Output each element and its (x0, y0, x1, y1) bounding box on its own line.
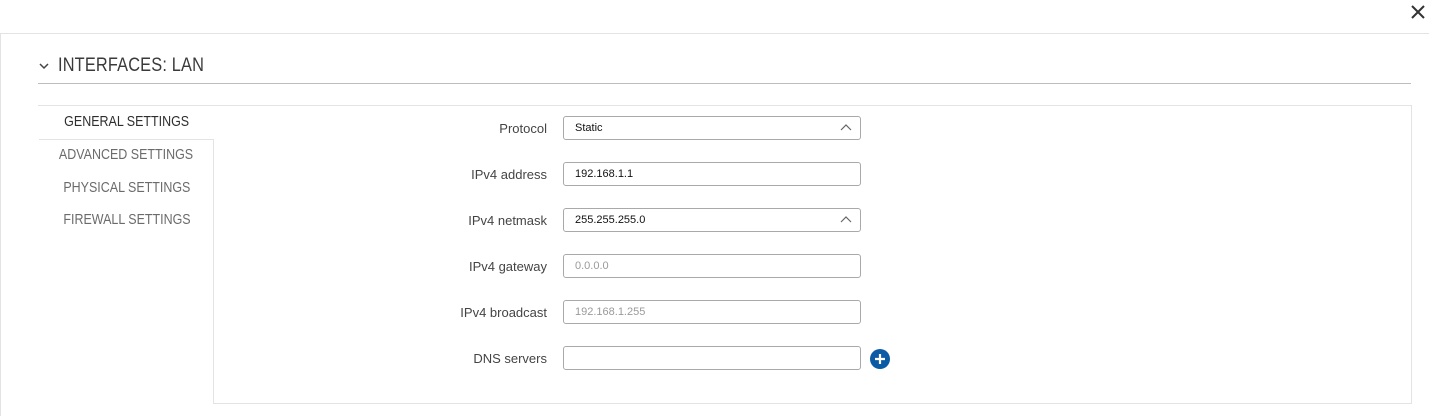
ipv4-gateway-label: IPv4 gateway (468, 259, 547, 274)
tab-label: GENERAL SETTINGS (64, 114, 189, 130)
tab-label: ADVANCED SETTINGS (59, 147, 194, 163)
close-button[interactable] (1407, 0, 1429, 24)
dialog-top-bar (0, 0, 1429, 34)
ipv4-netmask-select[interactable]: 255.255.255.0 (563, 208, 861, 232)
dns-servers-input[interactable] (563, 346, 861, 370)
ipv4-address-input[interactable]: 192.168.1.1 (563, 162, 861, 186)
chevron-down-icon (39, 63, 49, 70)
ipv4-broadcast-label: IPv4 broadcast (460, 305, 547, 320)
protocol-select[interactable]: Static (563, 116, 861, 140)
ipv4-address-value: 192.168.1.1 (575, 168, 634, 180)
ipv4-gateway-input[interactable]: 0.0.0.0 (563, 254, 861, 278)
close-icon (1411, 5, 1425, 19)
section-title: INTERFACES: LAN (58, 55, 205, 76)
tab-physical-settings[interactable]: PHYSICAL SETTINGS (39, 172, 214, 205)
protocol-label: Protocol (499, 121, 547, 136)
tab-firewall-settings[interactable]: FIREWALL SETTINGS (39, 204, 214, 237)
ipv4-address-label: IPv4 address (471, 167, 547, 182)
protocol-value: Static (575, 122, 603, 134)
ipv4-netmask-label: IPv4 netmask (468, 213, 547, 228)
dialog-left-border (0, 34, 1, 416)
ipv4-broadcast-input[interactable]: 192.168.1.255 (563, 300, 861, 324)
chevron-up-icon (840, 124, 852, 131)
tab-label: FIREWALL SETTINGS (62, 212, 191, 228)
tab-general-settings[interactable]: GENERAL SETTINGS (39, 106, 215, 140)
section-header-interfaces-lan[interactable]: INTERFACES: LAN (38, 51, 1411, 84)
ipv4-netmask-value: 255.255.255.0 (575, 214, 646, 226)
tab-label: PHYSICAL SETTINGS (62, 180, 191, 196)
add-dns-server-button[interactable] (870, 349, 890, 369)
chevron-up-icon (840, 216, 852, 223)
dns-servers-label: DNS servers (473, 351, 547, 366)
ipv4-gateway-placeholder: 0.0.0.0 (575, 260, 609, 272)
tab-advanced-settings[interactable]: ADVANCED SETTINGS (39, 139, 214, 172)
plus-circle-icon (875, 354, 885, 364)
interface-settings-dialog: INTERFACES: LAN GENERAL SETTINGS ADVANCE… (0, 0, 1429, 416)
ipv4-broadcast-placeholder: 192.168.1.255 (575, 306, 646, 318)
